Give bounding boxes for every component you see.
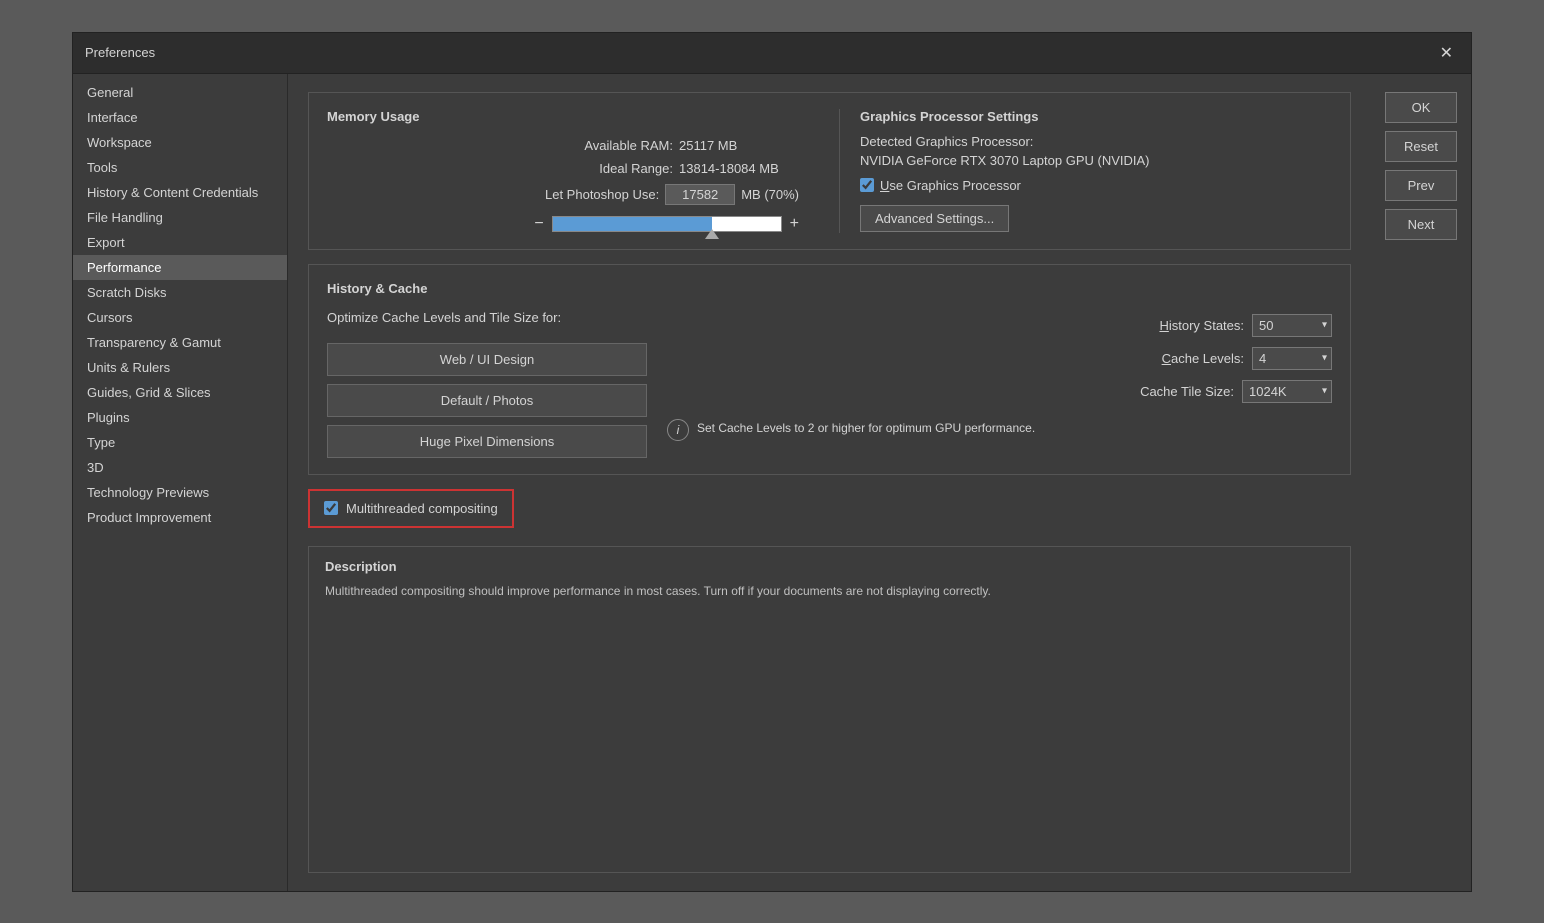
memory-usage-panel: Memory Usage Available RAM: 25117 MB Ide… <box>308 92 1351 250</box>
dialog-body: General Interface Workspace Tools Histor… <box>73 74 1471 891</box>
available-ram-value: 25117 MB <box>679 138 799 153</box>
right-buttons-panel: OK Reset Prev Next <box>1371 74 1471 891</box>
sidebar-item-cursors[interactable]: Cursors <box>73 305 287 330</box>
advanced-settings-button[interactable]: Advanced Settings... <box>860 205 1009 232</box>
sidebar: General Interface Workspace Tools Histor… <box>73 74 288 891</box>
description-text: Multithreaded compositing should improve… <box>325 582 1334 600</box>
prev-button[interactable]: Prev <box>1385 170 1457 201</box>
gpu-detected-label: Detected Graphics Processor: <box>860 134 1332 149</box>
sidebar-item-tech-previews[interactable]: Technology Previews <box>73 480 287 505</box>
gpu-section-title: Graphics Processor Settings <box>860 109 1332 124</box>
use-gpu-checkbox[interactable] <box>860 178 874 192</box>
let-photoshop-label: Let Photoshop Use: <box>519 187 659 202</box>
description-panel: Description Multithreaded compositing sh… <box>308 546 1351 873</box>
reset-button[interactable]: Reset <box>1385 131 1457 162</box>
history-states-row: History States: 50 5 10 20 100 200 <box>667 314 1332 337</box>
titlebar: Preferences ✕ <box>73 33 1471 74</box>
sidebar-item-product-improvement[interactable]: Product Improvement <box>73 505 287 530</box>
info-icon: i <box>667 419 689 441</box>
cache-tile-select-wrapper: 1024K 128K 256K 512K 2048K <box>1242 380 1332 403</box>
sidebar-item-file-handling[interactable]: File Handling <box>73 205 287 230</box>
sidebar-item-general[interactable]: General <box>73 80 287 105</box>
ideal-range-label: Ideal Range: <box>533 161 673 176</box>
sidebar-item-interface[interactable]: Interface <box>73 105 287 130</box>
sidebar-item-type[interactable]: Type <box>73 430 287 455</box>
history-cache-body: Optimize Cache Levels and Tile Size for:… <box>327 310 1332 458</box>
optimize-label: Optimize Cache Levels and Tile Size for: <box>327 310 647 325</box>
sidebar-item-transparency-gamut[interactable]: Transparency & Gamut <box>73 330 287 355</box>
huge-pixel-button[interactable]: Huge Pixel Dimensions <box>327 425 647 458</box>
cache-tile-select[interactable]: 1024K 128K 256K 512K 2048K <box>1242 380 1332 403</box>
cache-buttons: Web / UI Design Default / Photos Huge Pi… <box>327 335 647 458</box>
panel-divider <box>839 109 840 233</box>
ideal-range-value: 13814-18084 MB <box>679 161 799 176</box>
history-states-select[interactable]: 50 5 10 20 100 200 <box>1252 314 1332 337</box>
sidebar-item-history[interactable]: History & Content Credentials <box>73 180 287 205</box>
cache-levels-label: Cache Levels: <box>1162 351 1244 366</box>
main-content: Memory Usage Available RAM: 25117 MB Ide… <box>288 74 1371 891</box>
gpu-name: NVIDIA GeForce RTX 3070 Laptop GPU (NVID… <box>860 153 1332 168</box>
memory-input[interactable] <box>665 184 735 205</box>
sidebar-item-tools[interactable]: Tools <box>73 155 287 180</box>
slider-minus-icon[interactable]: − <box>534 215 543 233</box>
slider-fill <box>553 217 713 231</box>
let-photoshop-row: Let Photoshop Use: MB (70%) <box>327 184 799 205</box>
sidebar-item-workspace[interactable]: Workspace <box>73 130 287 155</box>
slider-thumb-icon <box>705 229 719 239</box>
slider-plus-icon[interactable]: + <box>790 215 799 233</box>
slider-thumb-container <box>705 229 719 239</box>
multithreaded-compositing-section: Multithreaded compositing <box>308 489 514 528</box>
cache-info-row: i Set Cache Levels to 2 or higher for op… <box>667 419 1332 441</box>
ok-button[interactable]: OK <box>1385 92 1457 123</box>
cache-buttons-section: Optimize Cache Levels and Tile Size for:… <box>327 310 647 458</box>
slider-row: − + <box>327 215 799 233</box>
multithreaded-section-wrapper: Multithreaded compositing <box>308 489 1351 532</box>
sidebar-item-plugins[interactable]: Plugins <box>73 405 287 430</box>
memory-usage-title: Memory Usage <box>327 109 799 124</box>
gpu-section: Graphics Processor Settings Detected Gra… <box>860 109 1332 233</box>
sidebar-item-export[interactable]: Export <box>73 230 287 255</box>
available-ram-row: Available RAM: 25117 MB <box>327 138 799 153</box>
use-gpu-label[interactable]: Use Graphics Processor <box>880 178 1021 193</box>
multithreaded-checkbox[interactable] <box>324 501 338 515</box>
use-gpu-row: Use Graphics Processor <box>860 178 1332 193</box>
close-button[interactable]: ✕ <box>1434 41 1459 65</box>
ideal-range-row: Ideal Range: 13814-18084 MB <box>327 161 799 176</box>
sidebar-item-performance[interactable]: Performance <box>73 255 287 280</box>
cache-levels-row: Cache Levels: 4 1 2 3 5 6 8 <box>667 347 1332 370</box>
sidebar-item-guides-grid[interactable]: Guides, Grid & Slices <box>73 380 287 405</box>
history-cache-panel: History & Cache Optimize Cache Levels an… <box>308 264 1351 475</box>
history-states-select-wrapper: 50 5 10 20 100 200 <box>1252 314 1332 337</box>
cache-info-text: Set Cache Levels to 2 or higher for opti… <box>697 419 1035 437</box>
cache-tile-label: Cache Tile Size: <box>1140 384 1234 399</box>
dialog-title: Preferences <box>85 45 155 60</box>
available-ram-label: Available RAM: <box>533 138 673 153</box>
history-cache-title: History & Cache <box>327 281 1332 296</box>
sidebar-item-scratch-disks[interactable]: Scratch Disks <box>73 280 287 305</box>
memory-slider[interactable] <box>552 216 782 232</box>
web-ui-design-button[interactable]: Web / UI Design <box>327 343 647 376</box>
description-title: Description <box>325 559 1334 574</box>
history-states-label: History States: <box>1159 318 1244 333</box>
multithreaded-label[interactable]: Multithreaded compositing <box>346 501 498 516</box>
next-button[interactable]: Next <box>1385 209 1457 240</box>
cache-levels-select[interactable]: 4 1 2 3 5 6 8 <box>1252 347 1332 370</box>
memory-left: Memory Usage Available RAM: 25117 MB Ide… <box>327 109 819 233</box>
default-photos-button[interactable]: Default / Photos <box>327 384 647 417</box>
cache-tile-row: Cache Tile Size: 1024K 128K 256K 512K 20… <box>667 380 1332 403</box>
cache-settings-section: History States: 50 5 10 20 100 200 <box>667 310 1332 458</box>
sidebar-item-units-rulers[interactable]: Units & Rulers <box>73 355 287 380</box>
sidebar-item-3d[interactable]: 3D <box>73 455 287 480</box>
memory-suffix: MB (70%) <box>741 187 799 202</box>
cache-levels-select-wrapper: 4 1 2 3 5 6 8 <box>1252 347 1332 370</box>
preferences-dialog: Preferences ✕ General Interface Workspac… <box>72 32 1472 892</box>
